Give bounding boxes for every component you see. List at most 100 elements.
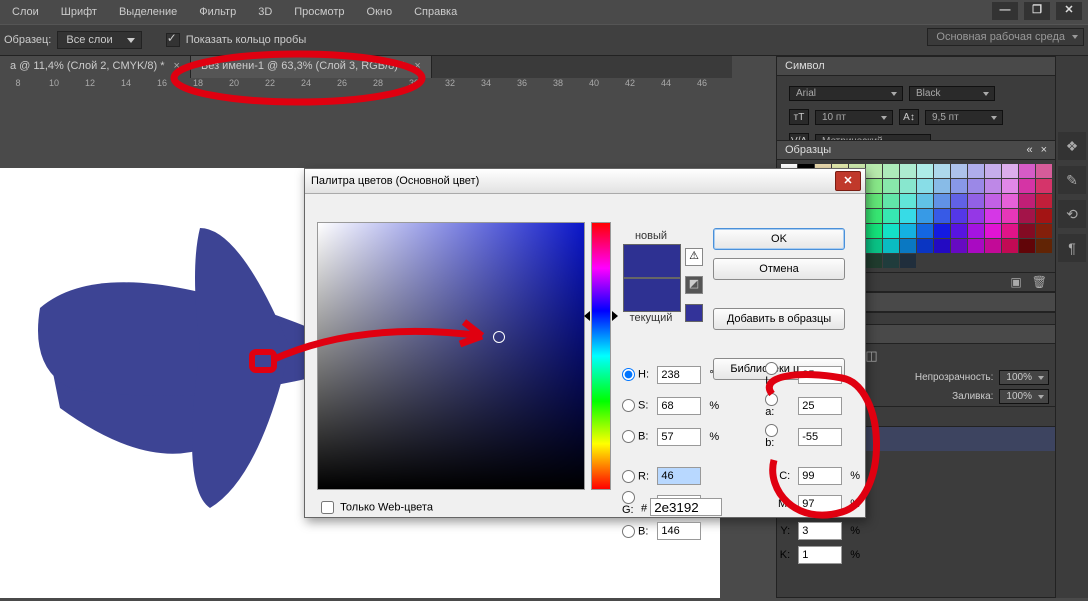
swatch[interactable] [985, 164, 1001, 178]
leading-dropdown[interactable]: 9,5 пт [925, 110, 1003, 125]
new-swatch-icon[interactable]: ▣ [1010, 275, 1021, 289]
current-color-swatch[interactable] [623, 278, 681, 312]
menu-help[interactable]: Справка [414, 6, 457, 18]
maximize-button[interactable]: ❐ [1024, 2, 1050, 20]
swatch[interactable] [866, 179, 882, 193]
input-y[interactable] [798, 522, 842, 540]
cube-icon[interactable]: ◩ [685, 276, 703, 294]
swatch[interactable] [1036, 164, 1052, 178]
add-to-swatches-button[interactable]: Добавить в образцы [713, 308, 845, 330]
swatch[interactable] [951, 239, 967, 253]
saturation-brightness-field[interactable] [317, 222, 585, 490]
swatch[interactable] [968, 224, 984, 238]
swatch[interactable] [866, 194, 882, 208]
input-b[interactable] [657, 522, 701, 540]
panel-icon-3[interactable]: ⟲ [1058, 200, 1086, 228]
menu-3d[interactable]: 3D [258, 6, 272, 18]
swatch[interactable] [866, 254, 882, 268]
radio-a[interactable] [765, 393, 778, 406]
filter-smart-icon[interactable]: ◫ [865, 348, 877, 364]
swatch[interactable] [900, 194, 916, 208]
doc-tab-1[interactable]: а @ 11,4% (Слой 2, CMYK/8) * × [0, 56, 191, 78]
delete-swatch-icon[interactable]: 🗑 [1032, 275, 1047, 289]
swatch[interactable] [968, 194, 984, 208]
swatch[interactable] [1002, 164, 1018, 178]
swatch[interactable] [951, 179, 967, 193]
swatch[interactable] [1036, 239, 1052, 253]
close-button[interactable]: ✕ [1056, 2, 1082, 20]
panel-icon-1[interactable]: ❖ [1058, 132, 1086, 160]
menu-select[interactable]: Выделение [119, 6, 177, 18]
input-lab-b[interactable] [798, 428, 842, 446]
cancel-button[interactable]: Отмена [713, 258, 845, 280]
radio-r[interactable] [622, 470, 635, 483]
input-c[interactable] [798, 467, 842, 485]
input-l[interactable] [798, 366, 842, 384]
radio-g[interactable] [622, 491, 635, 504]
swatch[interactable] [883, 254, 899, 268]
input-hex[interactable] [650, 498, 722, 516]
only-web-checkbox[interactable] [321, 501, 334, 514]
color-picker-titlebar[interactable]: Палитра цветов (Основной цвет) ✕ [305, 169, 865, 194]
swatch[interactable] [985, 224, 1001, 238]
swatch[interactable] [917, 179, 933, 193]
swatch[interactable] [1019, 224, 1035, 238]
radio-l[interactable] [765, 362, 778, 375]
swatch[interactable] [985, 179, 1001, 193]
nearest-web-swatch[interactable] [685, 304, 703, 322]
character-panel-header[interactable]: Символ [777, 57, 1055, 76]
menu-view[interactable]: Просмотр [294, 6, 344, 18]
doc-tab-2[interactable]: Без имени-1 @ 63,3% (Слой 3, RGB/8) * × [191, 56, 432, 78]
swatch[interactable] [1019, 179, 1035, 193]
radio-b[interactable] [622, 525, 635, 538]
swatch[interactable] [1002, 179, 1018, 193]
radio-bb[interactable] [622, 430, 635, 443]
input-m[interactable] [798, 495, 842, 513]
swatch[interactable] [883, 209, 899, 223]
swatch[interactable] [883, 179, 899, 193]
swatch[interactable] [934, 194, 950, 208]
swatch[interactable] [934, 179, 950, 193]
swatches-close-icon[interactable]: × [1041, 144, 1047, 156]
swatch[interactable] [968, 179, 984, 193]
menu-layers[interactable]: Слои [12, 6, 39, 18]
swatch[interactable] [917, 239, 933, 253]
sample-dropdown[interactable]: Все слои [57, 31, 141, 49]
font-style-dropdown[interactable]: Black [909, 86, 995, 101]
swatch[interactable] [1002, 209, 1018, 223]
swatch[interactable] [951, 224, 967, 238]
swatch[interactable] [917, 164, 933, 178]
swatch[interactable] [900, 164, 916, 178]
swatch[interactable] [951, 164, 967, 178]
swatch[interactable] [934, 239, 950, 253]
radio-b2[interactable] [765, 424, 778, 437]
swatch[interactable] [1002, 194, 1018, 208]
swatch[interactable] [900, 224, 916, 238]
swatches-panel-header[interactable]: Образцы « × [777, 141, 1055, 160]
opacity-value[interactable]: 100% [999, 370, 1049, 385]
swatch[interactable] [934, 224, 950, 238]
swatch[interactable] [951, 194, 967, 208]
fill-value[interactable]: 100% [999, 389, 1049, 404]
swatch[interactable] [883, 194, 899, 208]
swatch[interactable] [1019, 239, 1035, 253]
swatches-expand-icon[interactable]: « [1026, 144, 1032, 156]
swatch[interactable] [900, 209, 916, 223]
doc-tab-2-close-icon[interactable]: × [414, 60, 420, 72]
hue-slider[interactable] [591, 222, 611, 490]
font-family-dropdown[interactable]: Arial [789, 86, 903, 101]
color-picker-close-button[interactable]: ✕ [835, 171, 861, 191]
input-r[interactable] [657, 467, 701, 485]
swatch[interactable] [985, 209, 1001, 223]
menu-filter[interactable]: Фильтр [199, 6, 236, 18]
radio-h[interactable] [622, 368, 635, 381]
radio-s[interactable] [622, 399, 635, 412]
panel-icon-4[interactable]: ¶ [1058, 234, 1086, 262]
swatch[interactable] [1036, 194, 1052, 208]
swatch[interactable] [985, 239, 1001, 253]
swatch[interactable] [968, 209, 984, 223]
swatch[interactable] [1036, 179, 1052, 193]
swatch[interactable] [900, 179, 916, 193]
gamut-warning-icon[interactable]: ⚠ [685, 248, 703, 266]
swatch[interactable] [934, 164, 950, 178]
